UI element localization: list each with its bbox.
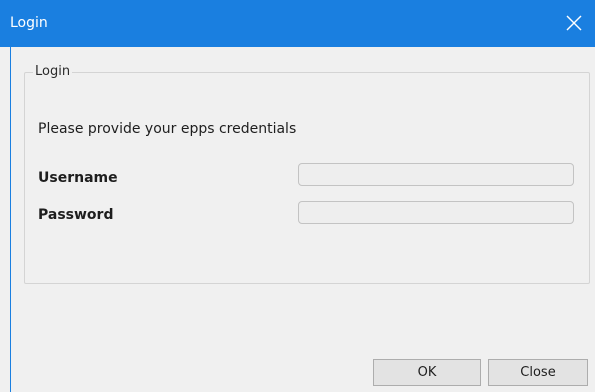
groupbox-legend: Login: [33, 64, 73, 80]
dialog-body: Login Please provide your epps credentia…: [10, 47, 595, 392]
ok-button[interactable]: OK: [373, 359, 481, 386]
close-icon[interactable]: [561, 10, 587, 36]
close-button[interactable]: Close: [488, 359, 588, 386]
window-title: Login: [10, 15, 48, 31]
login-dialog: Login Login Please provide your epps cre…: [0, 0, 595, 392]
title-bar: Login: [0, 0, 595, 47]
credentials-prompt: Please provide your epps credentials: [38, 121, 297, 137]
password-field[interactable]: [298, 201, 574, 224]
username-field[interactable]: [298, 163, 574, 186]
password-label: Password: [38, 207, 114, 223]
username-label: Username: [38, 170, 118, 186]
login-groupbox: Login Please provide your epps credentia…: [24, 64, 590, 284]
